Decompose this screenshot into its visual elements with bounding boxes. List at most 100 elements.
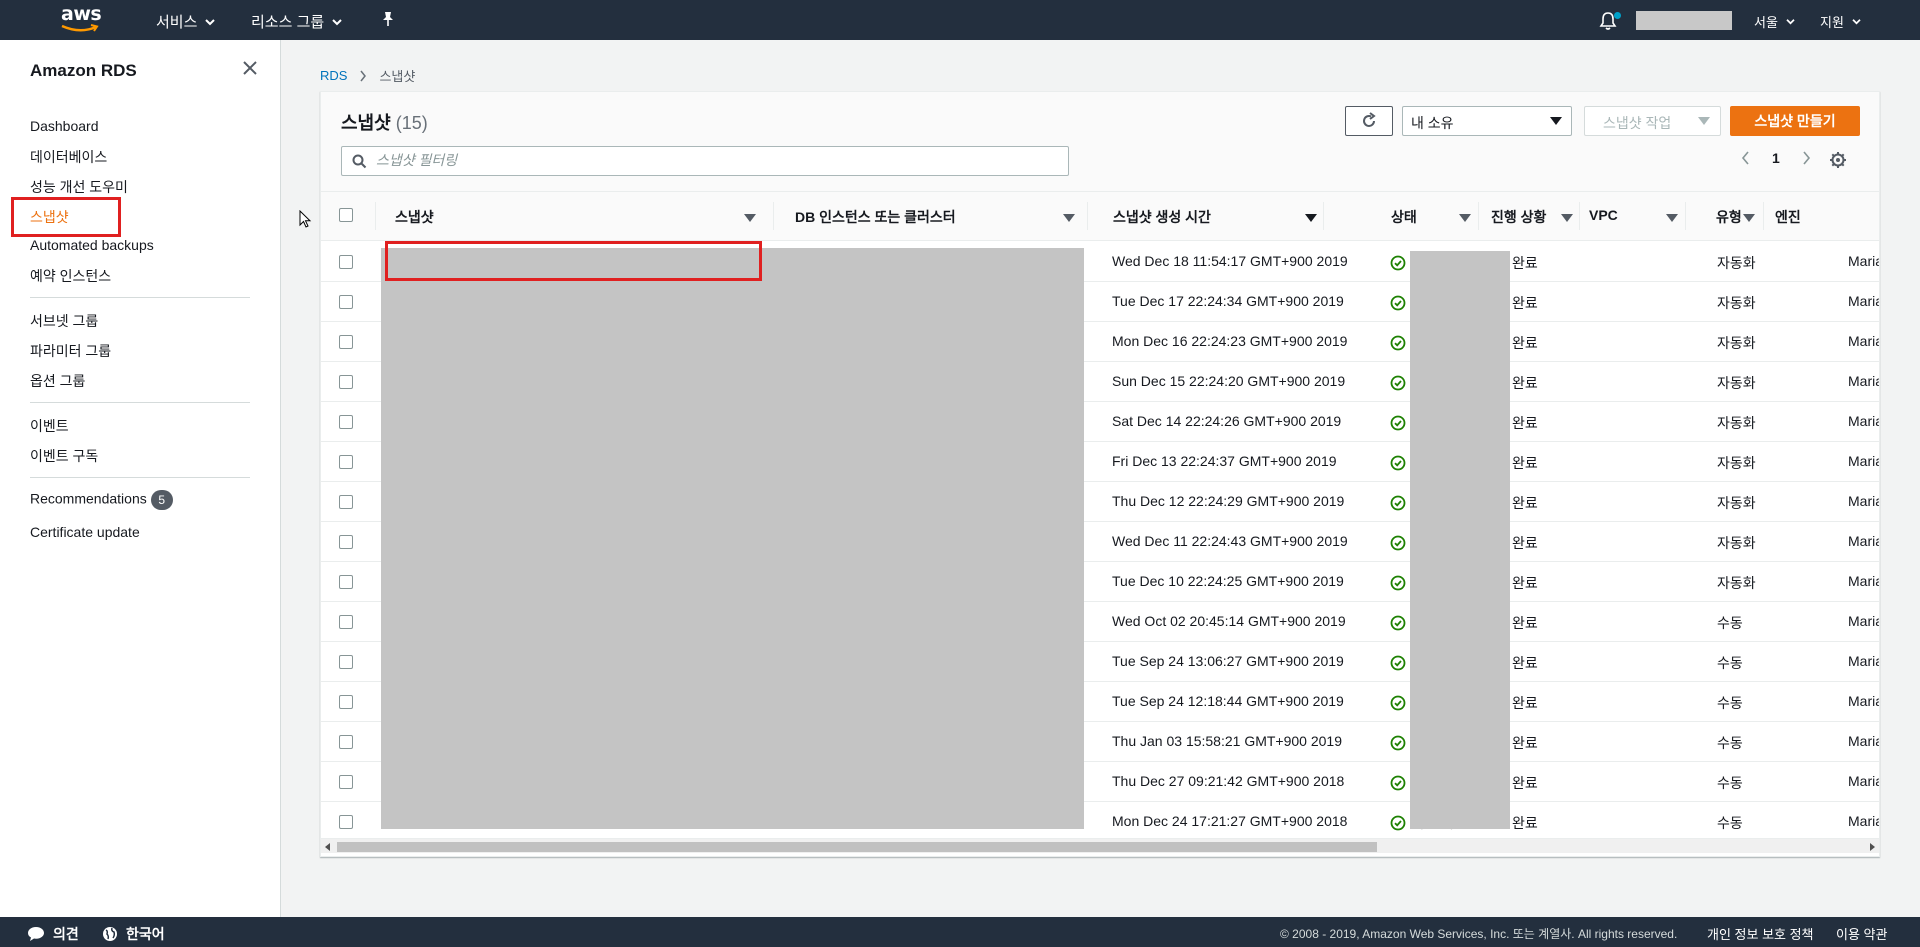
sort-icon[interactable] [1063,214,1075,222]
owner-filter-select[interactable]: 내 소유 [1402,106,1572,136]
sidebar-divider [30,297,250,298]
sidebar-item-option-groups[interactable]: 옵션 그룹 [30,371,85,391]
account-menu-redacted[interactable] [1636,11,1732,30]
row-checkbox[interactable] [339,695,353,709]
region-menu[interactable]: 서울 [1754,12,1795,31]
column-header-type[interactable]: 유형 [1716,207,1742,227]
row-checkbox[interactable] [339,255,353,269]
sort-icon[interactable] [1561,214,1573,222]
chat-icon [28,927,44,941]
row-checkbox[interactable] [339,735,353,749]
create-snapshot-button[interactable]: 스냅샷 만들기 [1730,106,1860,136]
search-icon [352,154,367,169]
column-header-vpc[interactable]: VPC [1589,207,1618,223]
status-ok-icon [1390,815,1406,831]
resource-groups-menu[interactable]: 리소스 그룹 [251,11,342,32]
row-checkbox[interactable] [339,535,353,549]
chevron-left-icon[interactable] [1741,151,1750,165]
row-checkbox[interactable] [339,655,353,669]
select-all-checkbox[interactable] [339,208,353,222]
row-checkbox[interactable] [339,415,353,429]
snapshot-created-time: Wed Dec 18 11:54:17 GMT+900 2019 [1112,253,1348,269]
engine-cell: Maria [1848,453,1879,469]
sidebar-item-reserved-instances[interactable]: 예약 인스턴스 [30,266,111,286]
column-divider [1685,202,1686,230]
snapshot-actions-button[interactable]: 스냅샷 작업 [1584,106,1721,136]
column-header-progress[interactable]: 진행 상황 [1491,207,1546,227]
sort-icon[interactable] [1459,214,1471,222]
copyright-text: © 2008 - 2019, Amazon Web Services, Inc.… [1280,927,1678,941]
row-checkbox[interactable] [339,335,353,349]
pin-icon [383,12,393,26]
sort-active-icon[interactable] [1305,214,1317,222]
row-checkbox[interactable] [339,815,353,829]
terms-link[interactable]: 이용 약관 [1836,924,1887,943]
engine-cell: Maria [1848,333,1879,349]
sidebar-item-dashboard[interactable]: Dashboard [30,118,99,134]
row-checkbox[interactable] [339,575,353,589]
sidebar-item-performance-insights[interactable]: 성능 개선 도우미 [30,177,128,197]
sidebar-item-recommendations[interactable]: Recommendations 5 [30,490,173,510]
scroll-left-icon[interactable] [325,843,330,851]
support-menu[interactable]: 지원 [1820,12,1861,31]
status-ok-icon [1390,775,1406,791]
snapshot-created-time: Tue Dec 17 22:24:34 GMT+900 2019 [1112,293,1344,309]
sort-icon[interactable] [1743,214,1755,222]
refresh-button[interactable] [1345,106,1393,136]
type-cell: 자동화 [1717,455,1756,471]
horizontal-scrollbar[interactable] [321,838,1879,853]
type-cell: 수동 [1717,615,1743,631]
pin-button[interactable] [380,10,396,28]
page-number[interactable]: 1 [1772,150,1780,166]
page-title: 스냅샷 (15) [341,109,428,135]
caret-down-icon [1550,117,1562,125]
privacy-policy-link[interactable]: 개인 정보 보호 정책 [1707,924,1814,943]
row-checkbox[interactable] [339,775,353,789]
redacted-vpc-ids [1410,251,1510,829]
snapshots-table: 스냅샷 DB 인스턴스 또는 클러스터 스냅샷 생성 시간 상태 진행 상황 V… [321,192,1879,832]
sidebar-item-automated-backups[interactable]: Automated backups [30,237,154,253]
caret-down-icon [1698,117,1710,125]
progress-cell: 완료 [1512,535,1538,551]
column-header-db-instance[interactable]: DB 인스턴스 또는 클러스터 [795,207,956,227]
sort-icon[interactable] [1666,214,1678,222]
sidebar-item-event-subscriptions[interactable]: 이벤트 구독 [30,446,98,466]
column-header-snapshot[interactable]: 스냅샷 [395,207,434,227]
search-input[interactable] [376,152,1056,168]
top-navigation: aws 서비스 리소스 그룹 서울 지원 [0,0,1920,40]
row-checkbox[interactable] [339,295,353,309]
column-divider [773,202,774,230]
row-checkbox[interactable] [339,495,353,509]
scrollbar-thumb[interactable] [337,842,1377,852]
table-header: 스냅샷 DB 인스턴스 또는 클러스터 스냅샷 생성 시간 상태 진행 상황 V… [321,192,1879,241]
snapshot-created-time: Fri Dec 13 22:24:37 GMT+900 2019 [1112,453,1337,469]
column-header-status[interactable]: 상태 [1391,207,1417,227]
column-header-engine[interactable]: 엔진 [1775,207,1801,227]
breadcrumb-rds[interactable]: RDS [320,68,347,83]
recommendations-label: Recommendations [30,490,147,507]
row-checkbox[interactable] [339,455,353,469]
services-label: 서비스 [156,14,198,31]
sidebar-item-events[interactable]: 이벤트 [30,416,69,436]
redacted-snapshot-names [381,248,1084,829]
row-checkbox[interactable] [339,615,353,629]
sidebar-item-subnet-groups[interactable]: 서브넷 그룹 [30,311,98,331]
chevron-right-icon[interactable] [1802,151,1811,165]
sidebar-item-certificate-update[interactable]: Certificate update [30,524,140,540]
sort-icon[interactable] [744,214,756,222]
snapshot-filter[interactable] [341,146,1069,176]
engine-cell: Maria [1848,573,1879,589]
close-icon[interactable] [240,58,260,78]
row-checkbox[interactable] [339,375,353,389]
scroll-right-icon[interactable] [1870,843,1875,851]
language-selector[interactable]: 한국어 [102,924,165,944]
sidebar-item-parameter-groups[interactable]: 파라미터 그룹 [30,341,111,361]
feedback-link[interactable]: 의견 [27,924,79,944]
gear-icon[interactable] [1829,151,1847,169]
aws-logo[interactable]: aws [58,3,102,34]
sidebar-item-databases[interactable]: 데이터베이스 [30,147,107,167]
column-header-created[interactable]: 스냅샷 생성 시간 [1113,207,1211,227]
sidebar-divider [30,402,250,403]
services-menu[interactable]: 서비스 [156,11,216,32]
column-divider [1323,202,1324,230]
